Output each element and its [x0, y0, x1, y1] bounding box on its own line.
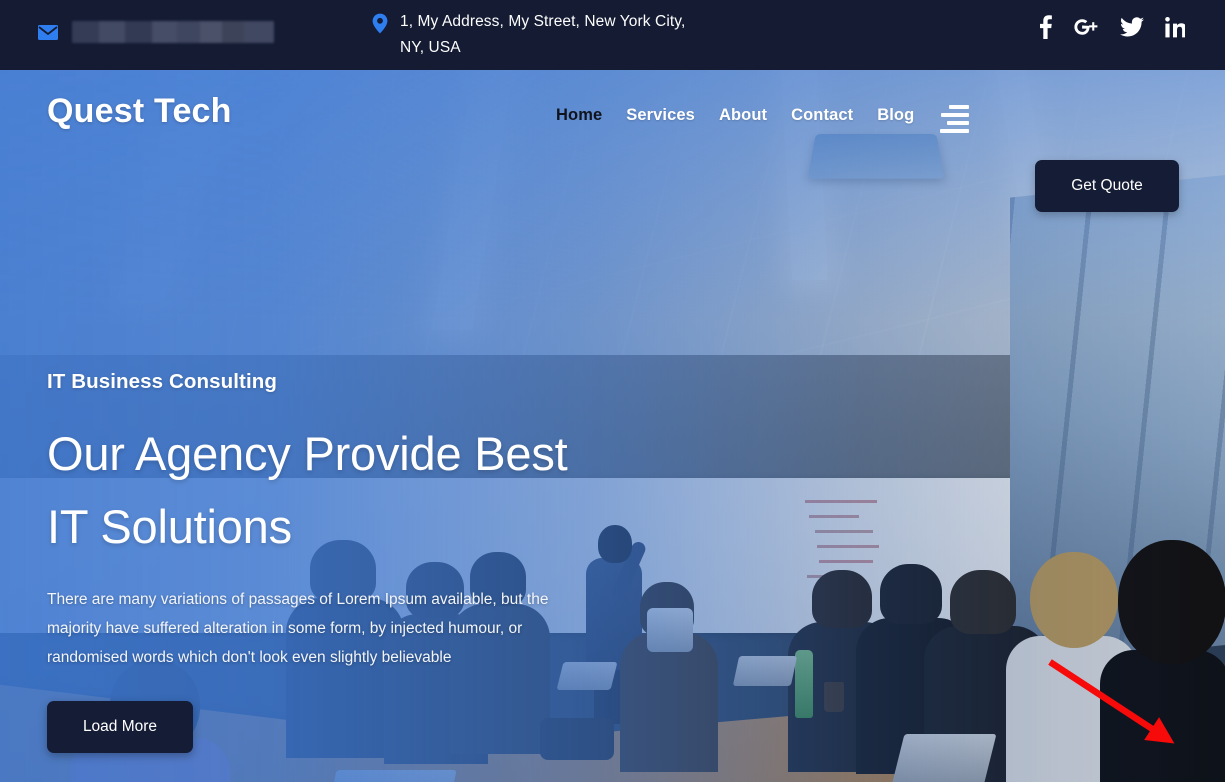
nav-link-services[interactable]: Services	[626, 106, 695, 125]
nav-link-contact[interactable]: Contact	[791, 106, 853, 125]
top-contact-bar: 1, My Address, My Street, New York City,…	[0, 0, 1225, 70]
email-contact[interactable]	[38, 21, 274, 43]
hero-headline-line-2: IT Solutions	[47, 500, 292, 553]
nav-menu: Home Services About Contact Blog	[556, 106, 914, 125]
address-text: 1, My Address, My Street, New York City,…	[400, 13, 686, 56]
nav-link-blog[interactable]: Blog	[877, 106, 914, 125]
hamburger-menu-icon[interactable]	[937, 103, 969, 135]
linkedin-icon[interactable]	[1165, 14, 1185, 40]
hero-section: Quest Tech Home Services About Contact B…	[0, 70, 1225, 782]
hero-paragraph: There are many variations of passages of…	[47, 591, 549, 666]
site-logo[interactable]: Quest Tech	[47, 92, 232, 131]
map-pin-icon	[372, 13, 388, 34]
hero-content: IT Business Consulting Our Agency Provid…	[47, 370, 647, 753]
envelope-icon	[38, 24, 58, 40]
google-plus-icon[interactable]	[1073, 14, 1099, 40]
twitter-icon[interactable]	[1120, 14, 1144, 40]
hero-eyebrow: IT Business Consulting	[47, 370, 277, 393]
social-links	[1040, 14, 1185, 40]
get-quote-button[interactable]: Get Quote	[1035, 160, 1179, 212]
main-navbar: Quest Tech Home Services About Contact B…	[0, 70, 1225, 212]
load-more-button[interactable]: Load More	[47, 701, 193, 753]
facebook-icon[interactable]	[1040, 14, 1052, 40]
email-address-redacted	[72, 21, 274, 43]
hero-headline: Our Agency Provide Best IT Solutions	[47, 417, 647, 563]
hero-headline-line-1: Our Agency Provide Best	[47, 427, 568, 480]
nav-link-about[interactable]: About	[719, 106, 767, 125]
address-contact: 1, My Address, My Street, New York City,…	[372, 9, 690, 61]
nav-link-home[interactable]: Home	[556, 106, 602, 125]
